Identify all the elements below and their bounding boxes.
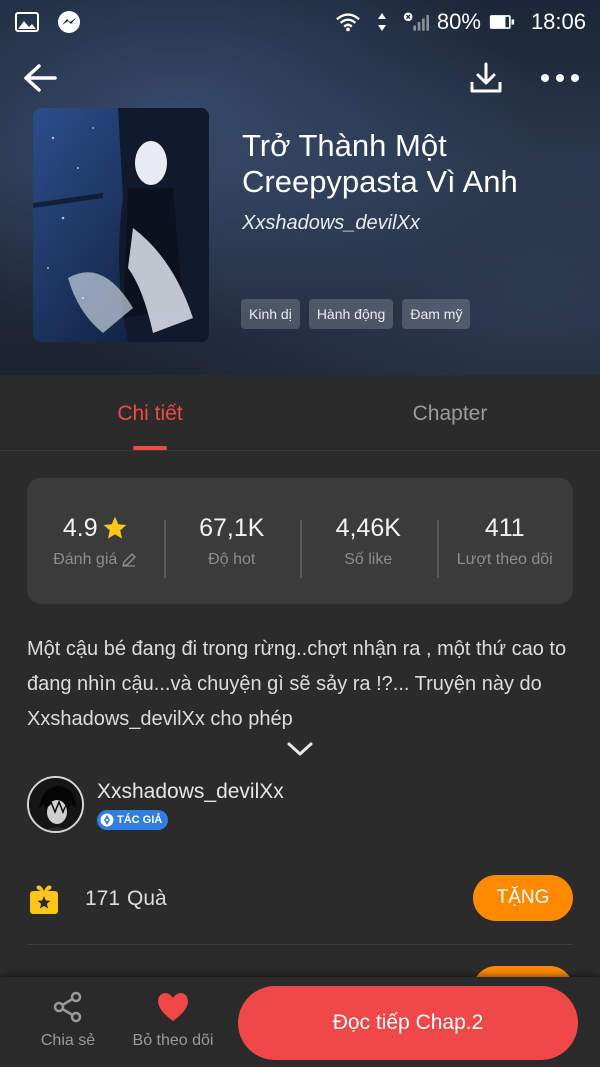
author-badge: TÁC GIẢ xyxy=(97,810,169,830)
story-cover-image[interactable] xyxy=(33,108,209,342)
status-bar: 80% 18:06 xyxy=(0,0,600,44)
hot-label: Độ hot xyxy=(208,550,256,568)
gallery-icon xyxy=(14,9,40,35)
share-label: Chia sẻ xyxy=(40,1032,96,1049)
followers-label: Lượt theo dõi xyxy=(456,550,553,568)
back-button[interactable] xyxy=(18,56,62,100)
gift-button[interactable]: TẶNG xyxy=(473,875,573,921)
wifi-icon xyxy=(335,9,361,35)
author-badge-label: TÁC GIẢ xyxy=(117,814,163,826)
tab-label: Chi tiết xyxy=(117,402,183,425)
star-icon xyxy=(103,516,126,539)
stat-followers: 411 Lượt theo dõi xyxy=(436,513,574,578)
heart-icon xyxy=(158,993,188,1021)
gift-count-label: Quà xyxy=(127,887,167,910)
genre-tags: Kinh dị Hành động Đam mỹ xyxy=(241,299,471,329)
bottom-action-bar: Chia sẻ Bỏ theo dõi Đọc tiếp Chap.2 xyxy=(0,977,600,1067)
stat-rating[interactable]: 4.9 Đánh giá xyxy=(27,514,164,569)
tab-chapter[interactable]: Chapter xyxy=(300,375,600,450)
genre-tag[interactable]: Hành động xyxy=(308,299,394,329)
unfollow-label: Bỏ theo dõi xyxy=(132,1032,214,1049)
story-description: Một cậu bé đang đi trong rừng..chợt nhận… xyxy=(27,638,567,730)
hot-value: 67,1K xyxy=(199,513,265,542)
back-arrow-icon xyxy=(24,64,57,92)
battery-percent: 80% xyxy=(436,9,481,34)
top-bar xyxy=(0,50,600,106)
expand-description-button[interactable] xyxy=(284,738,316,760)
story-author-link[interactable]: Xxshadows_devilXx xyxy=(242,212,420,235)
likes-value: 4,46K xyxy=(335,513,401,542)
pen-nib-icon xyxy=(100,813,114,827)
section-divider xyxy=(27,944,573,945)
hero-header: 80% 18:06 Trở Thành Một Creepypasta Vì A… xyxy=(0,0,600,375)
chevron-down-icon xyxy=(287,742,313,756)
battery-icon xyxy=(489,9,515,35)
unfollow-button[interactable]: Bỏ theo dõi xyxy=(130,991,216,1050)
rating-label: Đánh giá xyxy=(53,550,118,568)
more-dots-icon xyxy=(541,74,579,82)
followers-value: 411 xyxy=(484,513,525,542)
story-title: Trở Thành Một Creepypasta Vì Anh xyxy=(242,128,518,199)
signal-icon xyxy=(403,9,429,35)
clock: 18:06 xyxy=(530,9,586,34)
genre-tag[interactable]: Đam mỹ xyxy=(402,299,471,329)
author-name[interactable]: Xxshadows_devilXx xyxy=(97,780,284,804)
share-icon xyxy=(53,991,82,1023)
gift-count-value: 171 xyxy=(85,887,121,910)
likes-label: Số like xyxy=(344,550,393,568)
data-arrows-icon xyxy=(369,9,395,35)
author-row[interactable]: Xxshadows_devilXx TÁC GIẢ xyxy=(27,776,573,836)
stats-card: 4.9 Đánh giá 67,1K Độ hot 4,46K Số like … xyxy=(27,478,573,604)
stat-hot: 67,1K Độ hot xyxy=(163,513,301,578)
edit-pencil-icon[interactable] xyxy=(121,552,137,568)
tab-label: Chapter xyxy=(412,402,488,425)
download-button[interactable] xyxy=(464,56,508,100)
gift-icon xyxy=(30,885,58,914)
active-tab-indicator xyxy=(133,446,167,450)
messenger-icon xyxy=(56,9,82,35)
share-button[interactable]: Chia sẻ xyxy=(36,991,100,1050)
download-icon xyxy=(470,62,502,93)
author-avatar[interactable] xyxy=(27,776,84,833)
tab-bar: Chi tiết Chapter xyxy=(0,375,600,451)
continue-reading-button[interactable]: Đọc tiếp Chap.2 xyxy=(238,986,578,1060)
gift-count: 171 Quà xyxy=(85,887,167,911)
rating-value: 4.9 xyxy=(62,513,98,542)
stat-likes: 4,46K Số like xyxy=(300,513,437,578)
genre-tag[interactable]: Kinh dị xyxy=(241,299,300,329)
gift-row: 171 Quà TẶNG xyxy=(27,872,573,926)
more-options-button[interactable] xyxy=(538,56,582,100)
tab-details[interactable]: Chi tiết xyxy=(0,375,300,450)
